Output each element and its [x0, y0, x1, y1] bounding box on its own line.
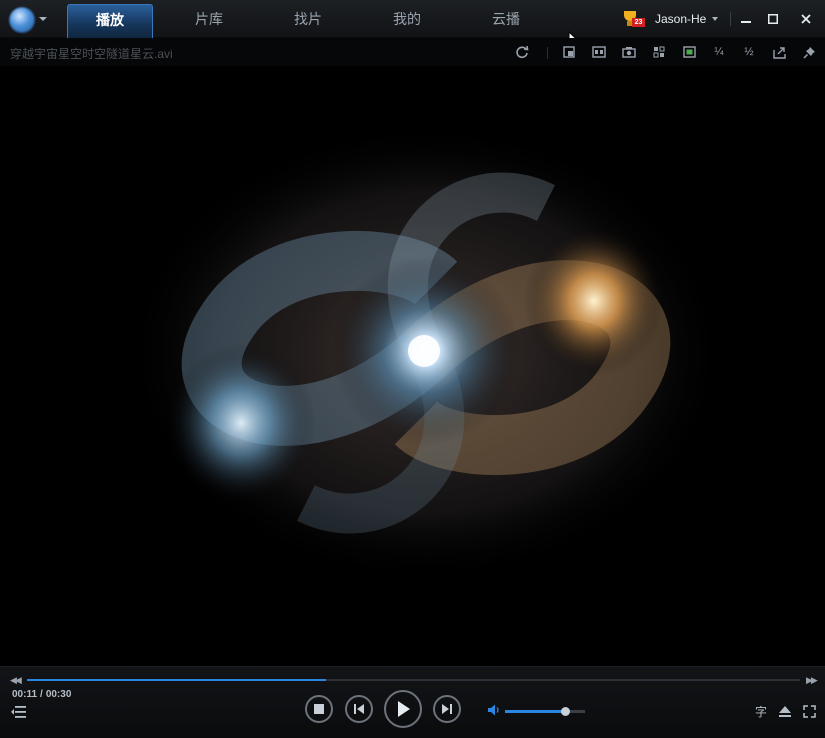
trophy-icon: 23	[622, 10, 646, 28]
subtitle-tool-button[interactable]	[590, 43, 608, 61]
minimize-button[interactable]	[736, 9, 756, 29]
username: Jason-He	[655, 12, 707, 26]
time-display: 00:11/00:30	[12, 689, 71, 700]
tab-find[interactable]: 找片	[265, 4, 351, 38]
stop-button[interactable]	[305, 695, 333, 723]
pin-button[interactable]	[800, 43, 818, 61]
display-button[interactable]	[680, 43, 698, 61]
external-window-icon	[772, 46, 786, 59]
display-icon	[682, 46, 696, 58]
refresh-icon	[516, 45, 529, 59]
seek-back-icon[interactable]: ◀◀	[10, 675, 22, 686]
pin-icon	[802, 46, 815, 59]
video-frame-galaxy	[126, 123, 726, 583]
video-area[interactable]	[0, 66, 825, 666]
play-icon	[398, 701, 410, 717]
seek-forward-icon[interactable]: ▶▶	[806, 675, 818, 686]
subtitle-button[interactable]: 字	[753, 703, 769, 719]
minimize-icon	[741, 21, 751, 23]
volume-icon[interactable]	[487, 703, 501, 717]
settings-tool-button[interactable]	[650, 43, 668, 61]
tab-cloud[interactable]: 云播	[463, 4, 549, 38]
ratio-quarter-button[interactable]: ¼	[710, 43, 728, 61]
current-time: 00:11	[12, 689, 38, 700]
subtitle-icon	[592, 46, 606, 58]
screenshot-button[interactable]	[620, 43, 638, 61]
playlist-icon[interactable]	[11, 705, 27, 719]
user-account[interactable]: 23 Jason-He	[622, 9, 719, 29]
title-bar: 播放 片库 找片 我的 云播 23 Jason-He	[0, 0, 825, 49]
volume-fill	[505, 710, 565, 713]
close-button[interactable]	[796, 9, 816, 29]
screenshot-icon	[622, 47, 636, 58]
play-button[interactable]	[384, 690, 422, 728]
close-icon	[801, 14, 811, 24]
next-button[interactable]	[433, 695, 461, 723]
tab-library[interactable]: 片库	[166, 4, 252, 38]
ratio-half-button[interactable]: ½	[740, 43, 758, 61]
next-icon	[442, 704, 452, 714]
chevron-down-icon	[712, 17, 719, 21]
volume-slider[interactable]	[505, 707, 585, 716]
refresh-button[interactable]	[513, 43, 531, 61]
stop-icon	[314, 704, 324, 714]
divider	[547, 47, 548, 59]
fullscreen-button[interactable]	[801, 703, 817, 719]
divider	[730, 12, 731, 26]
previous-button[interactable]	[345, 695, 373, 723]
file-name: 穿越宇宙星空时空隧道星云.avi	[10, 47, 173, 61]
playback-controls: ◀◀ ▶▶ 00:11/00:30 字	[0, 666, 825, 738]
menu-chevron-down-icon[interactable]	[39, 17, 47, 21]
volume-knob[interactable]	[561, 707, 570, 716]
previous-icon	[354, 704, 364, 714]
maximize-button[interactable]	[763, 9, 783, 29]
fullscreen-icon	[802, 704, 816, 718]
tab-mine[interactable]: 我的	[364, 4, 450, 38]
maximize-icon	[768, 14, 778, 24]
eject-button[interactable]	[777, 703, 793, 719]
file-toolbar: 穿越宇宙星空时空隧道星云.avi ¼ ½	[0, 38, 825, 66]
picture-in-picture-icon	[563, 46, 575, 58]
player-logo-icon[interactable]	[9, 7, 35, 33]
tab-play[interactable]: 播放	[67, 4, 153, 38]
total-time: 00:30	[45, 689, 72, 700]
progress-fill	[27, 679, 326, 681]
settings-icon	[653, 46, 665, 58]
progress-bar[interactable]	[27, 679, 800, 681]
level-badge: 23	[632, 18, 645, 27]
time-separator: /	[40, 689, 43, 700]
pip-button[interactable]	[560, 43, 578, 61]
eject-icon	[779, 705, 791, 717]
external-window-button[interactable]	[770, 43, 788, 61]
